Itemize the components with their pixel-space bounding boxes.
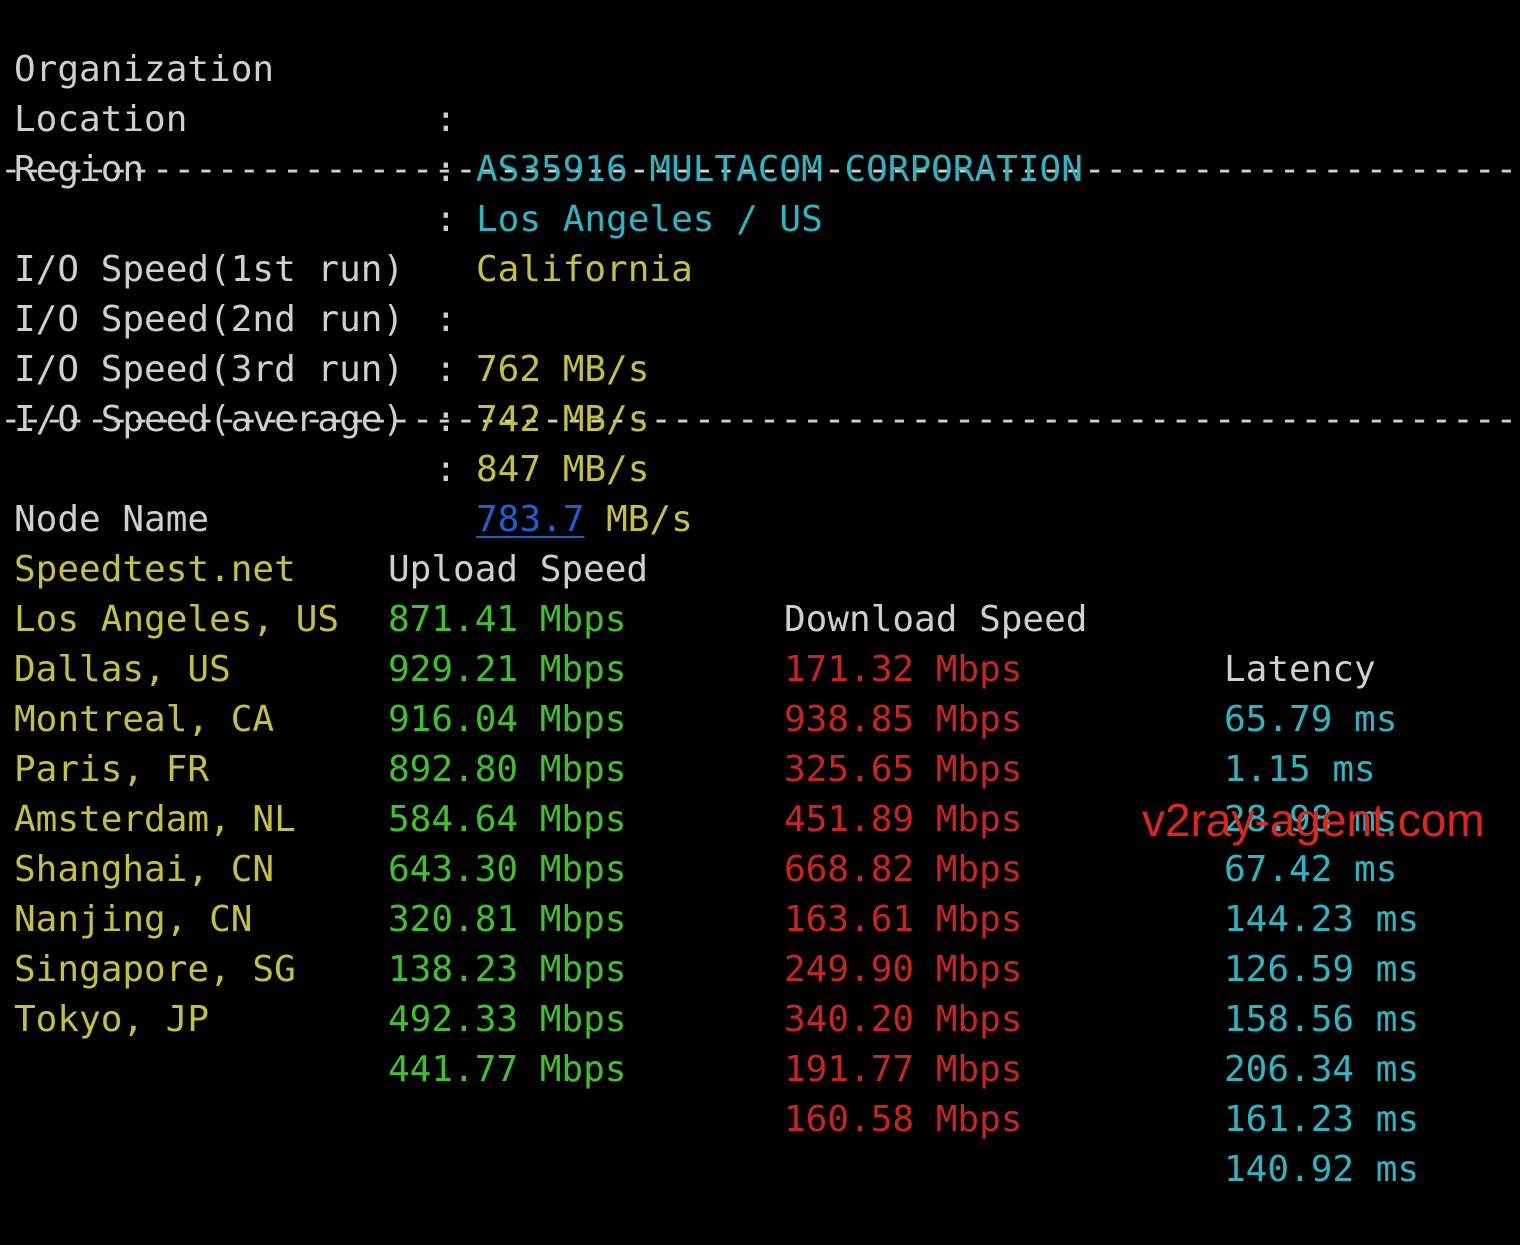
location-line: Location : Los Angeles / US [14,45,1520,240]
table-row: Dallas, US 916.04 Mbps 325.65 Mbps 28.98… [14,595,1520,840]
download-speed: 340.20 Mbps [784,999,1023,1040]
organization-value: AS35916 MULTACOM CORPORATION [476,149,1083,190]
latency: 158.56 ms [1224,999,1420,1040]
io-average-line: I/O Speed(average) : 783.7 MB/s [14,345,1520,540]
organization-line: Organization : AS35916 MULTACOM CORPORAT… [14,0,1520,190]
io-run2-value: 742 MB/s [476,399,650,440]
table-row: Amsterdam, NL 643.30 Mbps 163.61 Mbps 12… [14,745,1520,990]
table-row: Tokyo, JP 441.77 Mbps 160.58 Mbps 140.92… [14,945,1520,1190]
io-run3-line: I/O Speed(3rd run) : 847 MB/s [14,295,1520,490]
latency: 206.34 ms [1224,1049,1420,1090]
latency: 161.23 ms [1224,1099,1420,1140]
latency: 140.92 ms [1224,1149,1420,1190]
node-name: Tokyo, JP [14,999,210,1040]
colon: : [435,399,457,440]
table-row: Nanjing, CN 138.23 Mbps 340.20 Mbps 206.… [14,845,1520,1090]
table-row: Montreal, CA 892.80 Mbps 451.89 Mbps 67.… [14,645,1520,890]
io-average-label: I/O Speed(average) [14,399,405,440]
io-run2-line: I/O Speed(2nd run) : 742 MB/s [14,245,1520,440]
table-row: Los Angeles, US 929.21 Mbps 938.85 Mbps … [14,545,1520,790]
region-label: Region [14,149,145,190]
io-run1-line: I/O Speed(1st run) : 762 MB/s [14,195,1520,390]
table-row: Paris, FR 584.64 Mbps 668.82 Mbps 144.23… [14,695,1520,940]
download-speed: 160.58 Mbps [784,1099,1023,1140]
colon: : [435,149,457,190]
table-header-row: Node Name Upload Speed Download Speed La… [14,445,1520,690]
table-row: Singapore, SG 492.33 Mbps 191.77 Mbps 16… [14,895,1520,1140]
region-line: Region : California [14,95,1520,290]
table-row: Speedtest.net 871.41 Mbps 171.32 Mbps 65… [14,495,1520,740]
upload-speed: 492.33 Mbps [388,999,627,1040]
upload-speed: 441.77 Mbps [388,1049,627,1090]
download-speed: 191.77 Mbps [784,1049,1023,1090]
watermark-text: v2ray-agent.com [1142,794,1485,846]
